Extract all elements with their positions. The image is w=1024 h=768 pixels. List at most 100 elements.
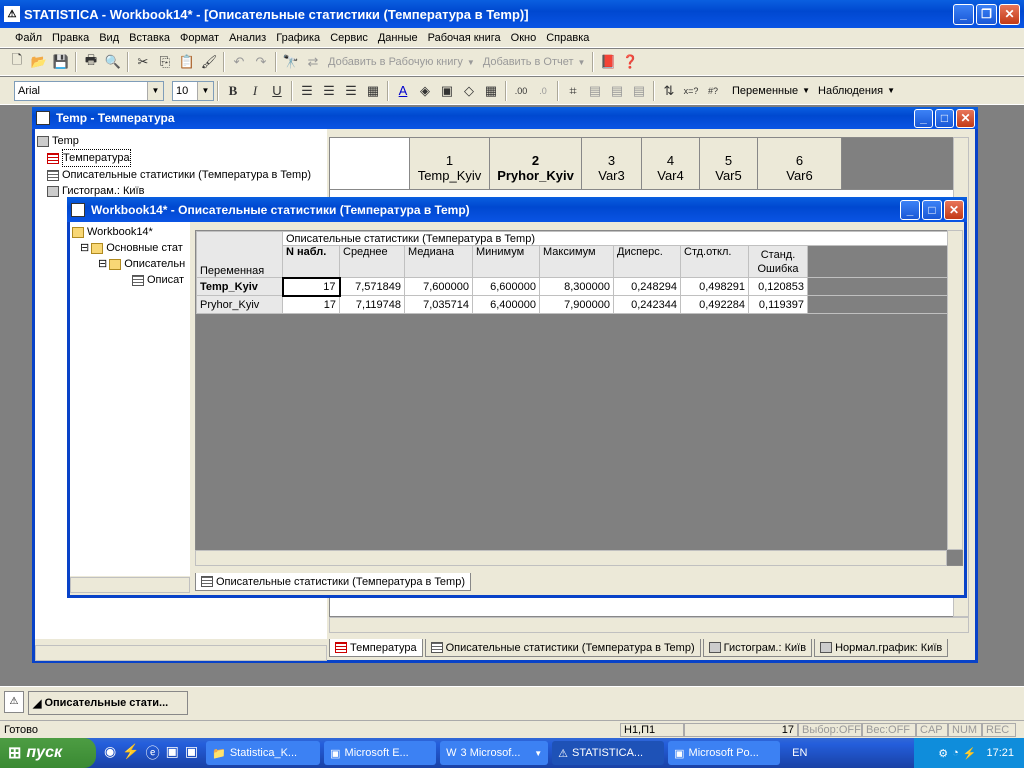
tab-temperature[interactable]: Температура [329, 639, 423, 657]
tree-item[interactable]: ⊟ Основные стат [72, 240, 188, 256]
menu-analysis[interactable]: Анализ [224, 28, 271, 47]
replace-icon[interactable]: ⇄ [302, 51, 324, 73]
menu-workbook[interactable]: Рабочая книга [423, 28, 506, 47]
help-pointer-icon[interactable]: ❓ [619, 51, 641, 73]
menu-file[interactable]: Файл [10, 28, 47, 47]
increase-decimal-icon[interactable]: .00 [510, 80, 532, 102]
cell[interactable]: 7,600000 [404, 277, 473, 296]
cases-icon[interactable]: ▤ [584, 80, 606, 102]
menu-data[interactable]: Данные [373, 28, 423, 47]
row-label[interactable]: Pryhor_Kyiv [196, 295, 283, 314]
language-indicator[interactable]: EN [792, 747, 807, 759]
close-button[interactable]: ✕ [999, 3, 1020, 25]
cell[interactable]: 7,571849 [339, 277, 405, 296]
graph-icon[interactable]: ▤ [628, 80, 650, 102]
tab-normal-plot[interactable]: Нормал.график: Київ [814, 639, 949, 657]
italic-icon[interactable]: I [244, 80, 266, 102]
column-header[interactable]: 5 Var5 [700, 138, 758, 189]
undo-icon[interactable]: ↶ [228, 51, 250, 73]
marker-icon[interactable]: ◇ [458, 80, 480, 102]
border-icon[interactable]: ▣ [436, 80, 458, 102]
column-header[interactable]: Стд.откл. [680, 245, 749, 278]
tree-item[interactable]: Описат [72, 272, 188, 288]
paste-icon[interactable]: 📋 [176, 51, 198, 73]
column-header[interactable]: 2 Pryhor_Kyiv [490, 138, 582, 189]
column-header[interactable]: 4 Var4 [642, 138, 700, 189]
excel-icon[interactable]: ▣ [166, 743, 179, 763]
minimize-button[interactable]: _ [914, 108, 933, 128]
tree-item[interactable]: Температура [37, 149, 325, 167]
tree-item[interactable]: Workbook14* [72, 224, 188, 240]
copy-icon[interactable]: ⎘ [154, 51, 176, 73]
start-button[interactable]: ⊞ пуск [0, 738, 96, 768]
print-preview-icon[interactable]: 🔍 [102, 51, 124, 73]
cases-menu[interactable]: Наблюдения [818, 85, 883, 97]
menu-insert[interactable]: Вставка [124, 28, 175, 47]
column-header[interactable]: Минимум [472, 245, 540, 278]
column-header[interactable]: N набл. [282, 245, 340, 278]
app-icon[interactable]: ⚡ [122, 743, 139, 763]
book-icon[interactable]: 📕 [597, 51, 619, 73]
task-statistica[interactable]: ⚠ STATISTICA... [552, 741, 665, 765]
chevron-down-icon[interactable]: ▼ [147, 81, 163, 100]
column-header[interactable]: 3 Var3 [582, 138, 642, 189]
task-word[interactable]: W3 Microsof... ▼ [440, 741, 549, 765]
cell[interactable]: 0,120853 [748, 277, 808, 296]
temp-tree-hscroll[interactable] [35, 645, 327, 661]
formula-icon[interactable]: x=? [680, 80, 702, 102]
random-icon[interactable]: #? [702, 80, 724, 102]
column-header-std-error[interactable]: Станд. Ошибка [748, 245, 808, 278]
add-to-report-button[interactable]: Добавить в Отчет [483, 56, 574, 68]
redo-icon[interactable]: ↷ [250, 51, 272, 73]
add-to-workbook-button[interactable]: Добавить в Рабочую книгу [328, 56, 463, 68]
minimize-button[interactable]: _ [953, 3, 974, 25]
tree-item[interactable]: ⊟ Описательн [72, 256, 188, 272]
align-right-icon[interactable]: ☰ [340, 80, 362, 102]
minimized-app-icon[interactable]: ⚠ [4, 691, 24, 713]
add-report-dropdown-icon[interactable]: ▼ [578, 58, 586, 67]
temp-hscroll[interactable] [329, 617, 969, 633]
chevron-down-icon[interactable]: ▼ [887, 86, 895, 95]
align-center-icon[interactable]: ☰ [318, 80, 340, 102]
cell[interactable]: 0,119397 [748, 295, 808, 314]
access-icon[interactable]: ▣ [185, 743, 198, 763]
browser-icon[interactable]: ◉ [104, 743, 116, 763]
column-header[interactable]: Максимум [539, 245, 614, 278]
tab-descriptive-stats[interactable]: Описательные статистики (Температура в T… [195, 573, 471, 591]
tree-item[interactable]: Temp [37, 133, 325, 149]
column-header[interactable]: Дисперс. [613, 245, 681, 278]
column-header[interactable]: Среднее [339, 245, 405, 278]
restore-button[interactable]: ❐ [976, 3, 997, 25]
cell[interactable]: 6,600000 [472, 277, 540, 296]
cell[interactable]: 0,492284 [680, 295, 749, 314]
menu-edit[interactable]: Правка [47, 28, 94, 47]
underline-icon[interactable]: U [266, 80, 288, 102]
bold-icon[interactable]: B [222, 80, 244, 102]
minimize-button[interactable]: _ [900, 199, 920, 220]
task-statistica-folder[interactable]: 📁 Statistica_K... [206, 741, 321, 765]
tray-icon[interactable]: ⚡ [963, 747, 977, 760]
cell[interactable]: 17 [281, 276, 341, 297]
format-painter-icon[interactable]: 🖌 [198, 51, 220, 73]
print-icon[interactable]: 🖶 [80, 51, 102, 73]
tab-histogram[interactable]: Гистограм.: Київ [702, 639, 813, 657]
close-button[interactable]: ✕ [944, 199, 964, 220]
close-button[interactable]: ✕ [956, 108, 975, 128]
column-header[interactable]: Медиана [404, 245, 473, 278]
format-icon[interactable]: ▦ [362, 80, 384, 102]
sort-icon[interactable]: ⇅ [658, 80, 680, 102]
menu-graphics[interactable]: Графика [271, 28, 325, 47]
tab-descriptive-stats[interactable]: Описательные статистики (Температура в T… [424, 639, 701, 657]
cell[interactable]: 0,242344 [613, 295, 681, 314]
menu-format[interactable]: Формат [175, 28, 224, 47]
maximize-button[interactable]: □ [922, 199, 942, 220]
workbook-tree-hscroll[interactable] [70, 577, 190, 593]
menu-window[interactable]: Окно [506, 28, 542, 47]
cell[interactable]: 0,248294 [613, 277, 681, 296]
cell[interactable]: 7,035714 [404, 295, 473, 314]
cell[interactable]: 7,119748 [339, 295, 405, 314]
clock[interactable]: 17:21 [986, 747, 1014, 759]
menu-tools[interactable]: Сервис [325, 28, 373, 47]
minimized-window[interactable]: ◢ Описательные стати... [28, 691, 188, 715]
align-left-icon[interactable]: ☰ [296, 80, 318, 102]
